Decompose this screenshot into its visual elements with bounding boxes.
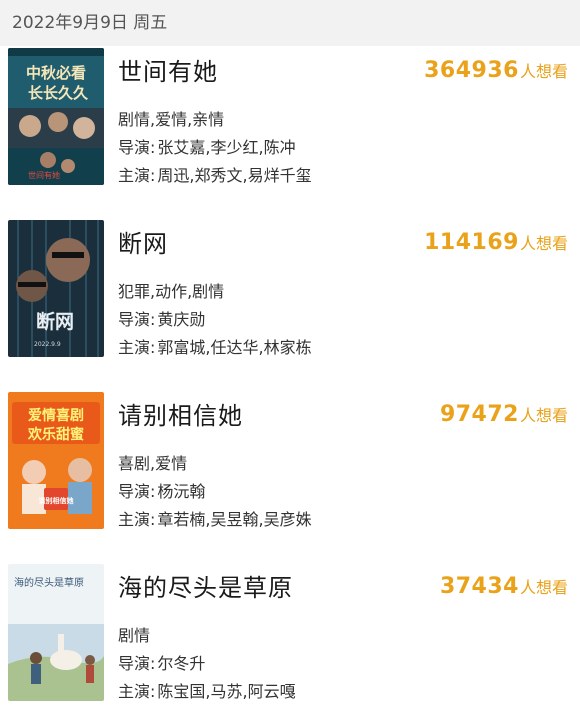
svg-text:2022.9.9: 2022.9.9 xyxy=(34,341,61,348)
movie-poster[interactable]: 中秋必看 长长久久 世间有她 xyxy=(8,48,104,185)
director-label: 导演: xyxy=(118,310,156,329)
cast-names: 章若楠,吴昱翰,吴彦姝 xyxy=(157,510,312,529)
movie-director: 导演: 尔冬升 xyxy=(118,650,205,674)
movie-cast: 主演: 陈宝国,马苏,阿云嘎 xyxy=(118,678,296,702)
director-label: 导演: xyxy=(118,654,156,673)
poster-image-2: 断网 2022.9.9 xyxy=(8,220,104,357)
director-names: 黄庆勋 xyxy=(157,310,206,329)
movie-item[interactable]: 爱情喜剧 欢乐甜蜜 请别相信她 请别相信她 97472人想看 喜剧,爱情 导演:… xyxy=(0,392,580,564)
movie-title[interactable]: 断网 xyxy=(118,224,168,259)
cast-label: 主演: xyxy=(118,166,156,185)
director-names: 杨沅翰 xyxy=(157,482,206,501)
movie-cast: 主演: 章若楠,吴昱翰,吴彦姝 xyxy=(118,506,312,530)
want-count-unit: 人想看 xyxy=(519,234,568,253)
cast-label: 主演: xyxy=(118,510,156,529)
want-count-number: 97472 xyxy=(439,402,519,427)
cast-names: 陈宝国,马苏,阿云嘎 xyxy=(157,682,296,701)
movie-cast: 主演: 郭富城,任达华,林家栋 xyxy=(118,334,312,358)
want-to-watch-count: 37434人想看 xyxy=(440,574,568,599)
svg-text:断网: 断网 xyxy=(36,310,74,333)
svg-text:中秋必看: 中秋必看 xyxy=(26,64,86,82)
movie-genre: 剧情 xyxy=(118,626,151,645)
movie-genre: 剧情,爱情,亲情 xyxy=(118,110,225,129)
want-to-watch-count: 114169人想看 xyxy=(424,230,568,255)
poster-image-1: 中秋必看 长长久久 世间有她 xyxy=(8,48,104,185)
movie-poster[interactable]: 爱情喜剧 欢乐甜蜜 请别相信她 xyxy=(8,392,104,529)
movie-item[interactable]: 中秋必看 长长久久 世间有她 世间有她 364936人想看 剧情,爱情,亲情 导… xyxy=(0,48,580,220)
movie-title[interactable]: 海的尽头是草原 xyxy=(118,568,293,603)
svg-text:欢乐甜蜜: 欢乐甜蜜 xyxy=(27,426,84,443)
svg-text:请别相信她: 请别相信她 xyxy=(39,496,74,505)
cast-label: 主演: xyxy=(118,338,156,357)
want-count-unit: 人想看 xyxy=(519,578,568,597)
director-label: 导演: xyxy=(118,138,156,157)
movie-director: 导演: 杨沅翰 xyxy=(118,478,205,502)
movie-director: 导演: 黄庆勋 xyxy=(118,306,205,330)
date-header: 2022年9月9日 周五 xyxy=(0,0,580,46)
svg-text:海的尽头是草原: 海的尽头是草原 xyxy=(14,576,84,589)
movie-genre: 喜剧,爱情 xyxy=(118,454,188,473)
director-names: 尔冬升 xyxy=(157,654,206,673)
want-count-number: 114169 xyxy=(424,230,519,255)
svg-text:世间有她: 世间有她 xyxy=(28,170,60,180)
cast-names: 郭富城,任达华,林家栋 xyxy=(157,338,312,357)
cast-label: 主演: xyxy=(118,682,156,701)
cast-names: 周迅,郑秀文,易烊千玺 xyxy=(157,166,312,185)
movie-poster[interactable]: 海的尽头是草原 xyxy=(8,564,104,701)
want-count-unit: 人想看 xyxy=(519,406,568,425)
poster-image-4: 海的尽头是草原 xyxy=(8,564,104,701)
movie-director: 导演: 张艾嘉,李少红,陈冲 xyxy=(118,134,296,158)
director-label: 导演: xyxy=(118,482,156,501)
want-count-number: 364936 xyxy=(424,58,519,83)
movie-item[interactable]: 海的尽头是草原 海的尽头是草原 37434人想看 剧情 导演: 尔冬升 主演: 陈宝… xyxy=(0,564,580,728)
want-to-watch-count: 97472人想看 xyxy=(440,402,568,427)
movie-item[interactable]: 断网 2022.9.9 断网 114169人想看 犯罪,动作,剧情 导演: 黄庆勋… xyxy=(0,220,580,392)
svg-text:爱情喜剧: 爱情喜剧 xyxy=(28,407,84,424)
director-names: 张艾嘉,李少红,陈冲 xyxy=(157,138,296,157)
svg-text:长长久久: 长长久久 xyxy=(28,84,89,102)
want-to-watch-count: 364936人想看 xyxy=(424,58,568,83)
movie-title[interactable]: 请别相信她 xyxy=(118,396,243,431)
movie-title[interactable]: 世间有她 xyxy=(118,52,218,87)
want-count-unit: 人想看 xyxy=(519,62,568,81)
movie-genre: 犯罪,动作,剧情 xyxy=(118,282,225,301)
movie-poster[interactable]: 断网 2022.9.9 xyxy=(8,220,104,357)
poster-image-3: 爱情喜剧 欢乐甜蜜 请别相信她 xyxy=(8,392,104,529)
movie-cast: 主演: 周迅,郑秀文,易烊千玺 xyxy=(118,162,312,186)
want-count-number: 37434 xyxy=(439,574,519,599)
